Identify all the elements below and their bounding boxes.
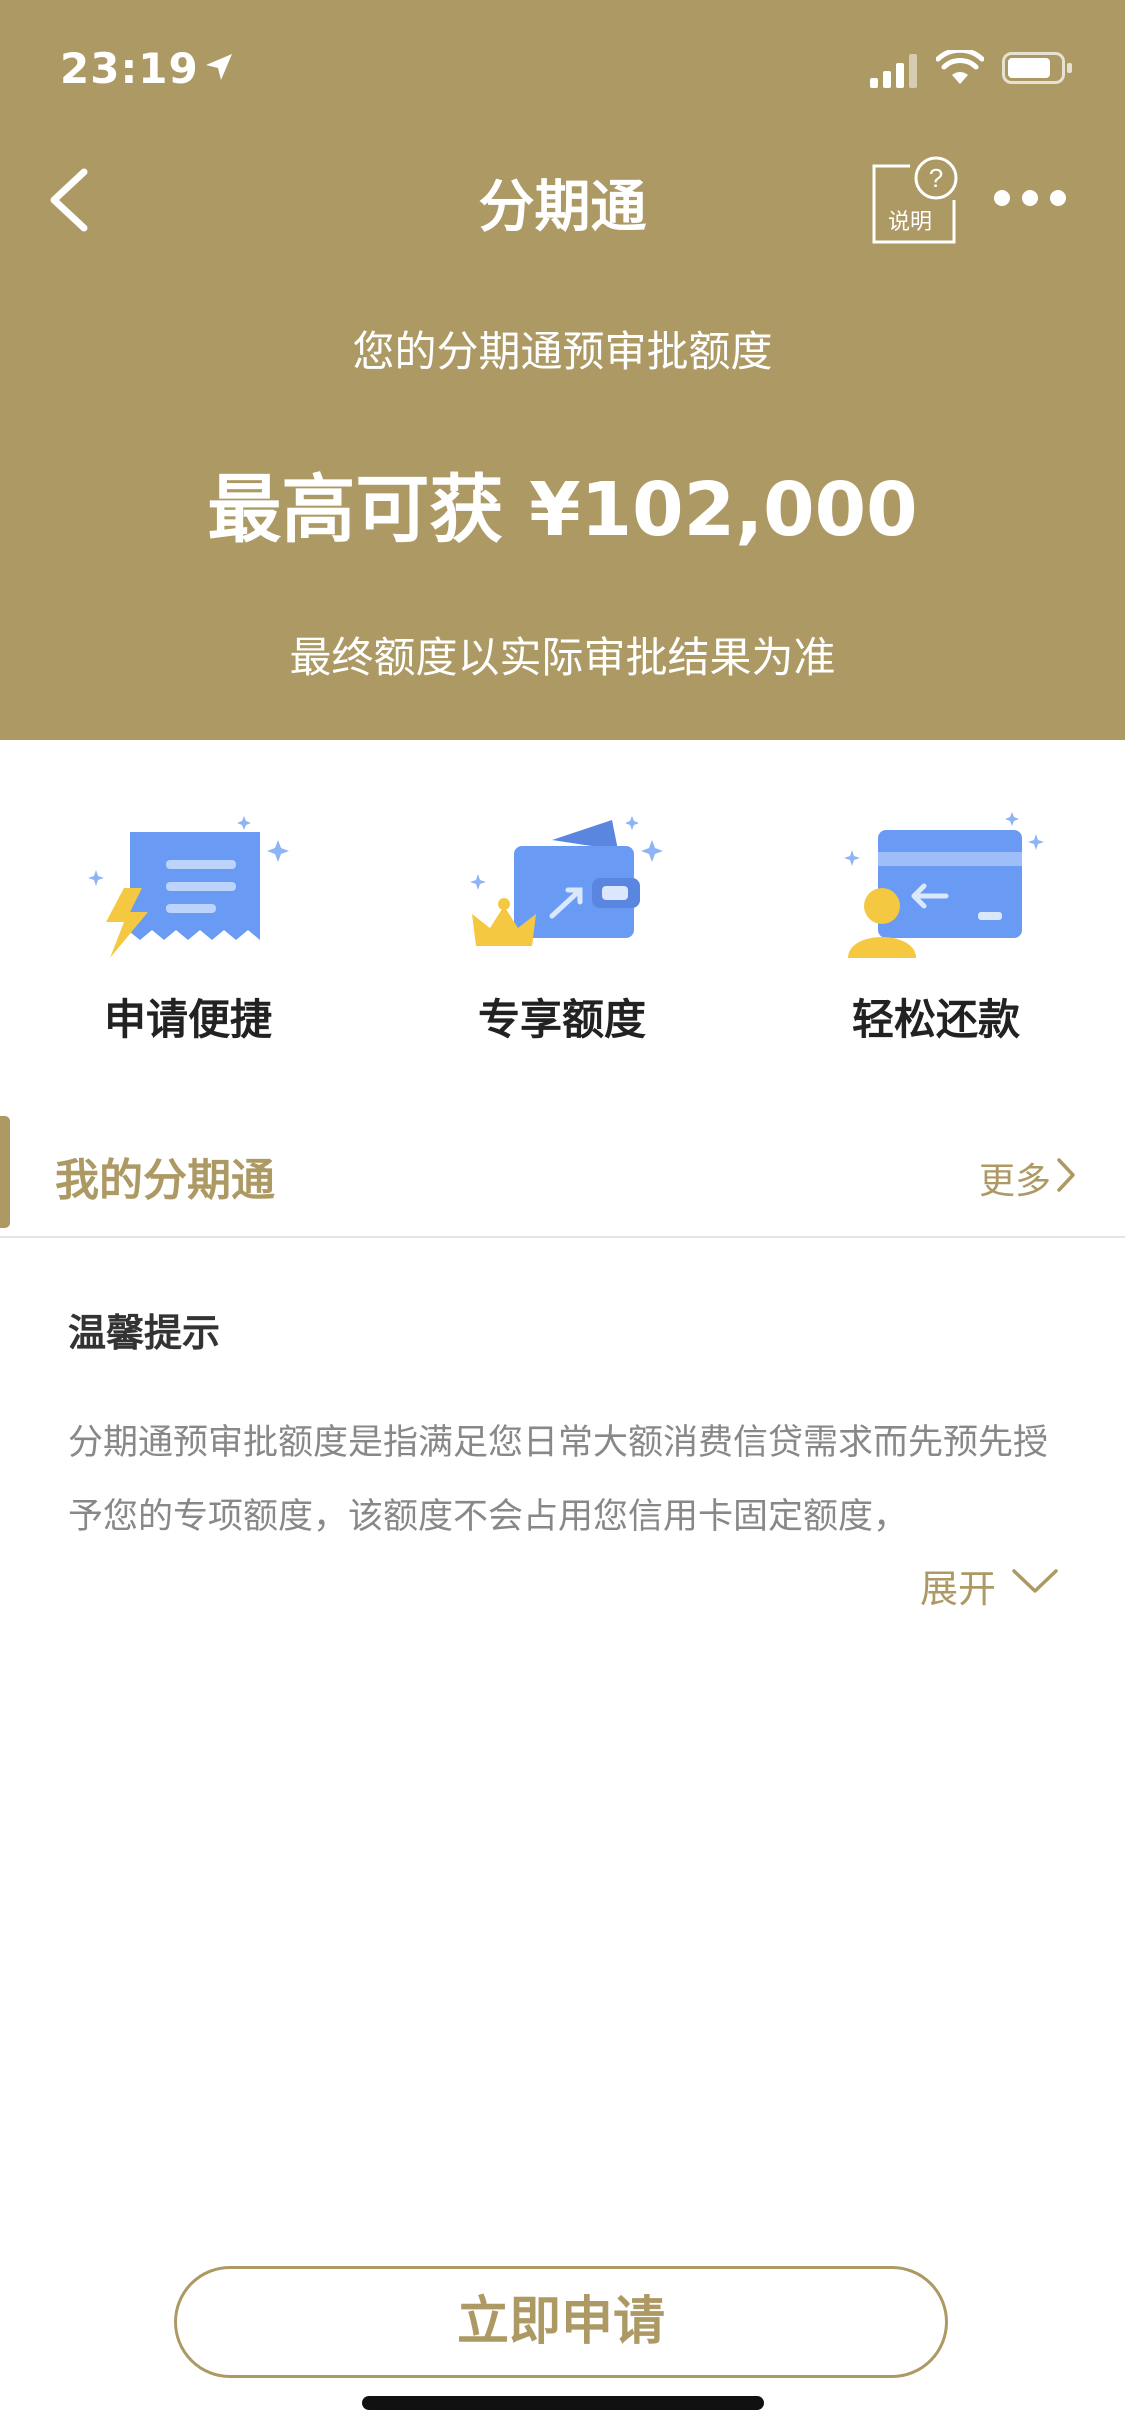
more-link[interactable]: 更多 xyxy=(979,1152,1051,1204)
home-indicator xyxy=(362,2396,764,2410)
wifi-icon xyxy=(936,50,984,84)
expand-button[interactable]: 展开 xyxy=(920,1558,996,1613)
hero-amount: 最高可获 ¥102,000 xyxy=(207,467,918,553)
feature-easy-repay: 轻松还款 xyxy=(786,800,1086,1060)
feature-label: 申请便捷 xyxy=(103,995,272,1044)
signal-icon xyxy=(870,54,917,88)
more-dots-icon xyxy=(994,190,1066,206)
section-accent-bar xyxy=(0,1116,10,1228)
help-label: 说明 xyxy=(888,210,933,235)
feature-label: 专享额度 xyxy=(477,995,646,1044)
section-title: 我的分期通 xyxy=(55,1155,275,1206)
feature-apply-easy: 申请便捷 xyxy=(38,800,338,1060)
receipt-lightning-icon xyxy=(88,816,289,958)
help-button[interactable]: ? 说明 xyxy=(870,154,962,246)
hero-note: 最终额度以实际审批结果为准 xyxy=(289,633,836,682)
feature-exclusive-quota: 专享额度 xyxy=(412,800,712,1060)
card-user-icon xyxy=(844,812,1044,958)
feature-label: 轻松还款 xyxy=(851,995,1020,1044)
hero-subtitle: 您的分期通预审批额度 xyxy=(352,327,773,376)
my-installment-section-header: 我的分期通 更多 xyxy=(0,1112,1125,1238)
apply-now-button[interactable]: 立即申请 xyxy=(174,2266,948,2378)
location-arrow-icon xyxy=(206,54,232,80)
more-button[interactable] xyxy=(990,180,1070,216)
status-time: 23:19 xyxy=(60,44,199,93)
svg-text:?: ? xyxy=(929,163,943,193)
tips-text: 分期通预审批额度是指满足您日常大额消费信贷需求而先预先授予您的专项额度，该额度不… xyxy=(68,1423,1049,1537)
chevron-right-icon[interactable] xyxy=(1055,1156,1077,1194)
wallet-crown-icon xyxy=(470,816,663,946)
battery-icon xyxy=(1002,52,1072,84)
header-banner: 23:19 分期通 ? 说明 您的分期通预审批额度 最高可获 ¥102,000 … xyxy=(0,0,1125,740)
tips-title: 温馨提示 xyxy=(68,1311,221,1355)
chevron-down-icon[interactable] xyxy=(1010,1566,1060,1596)
